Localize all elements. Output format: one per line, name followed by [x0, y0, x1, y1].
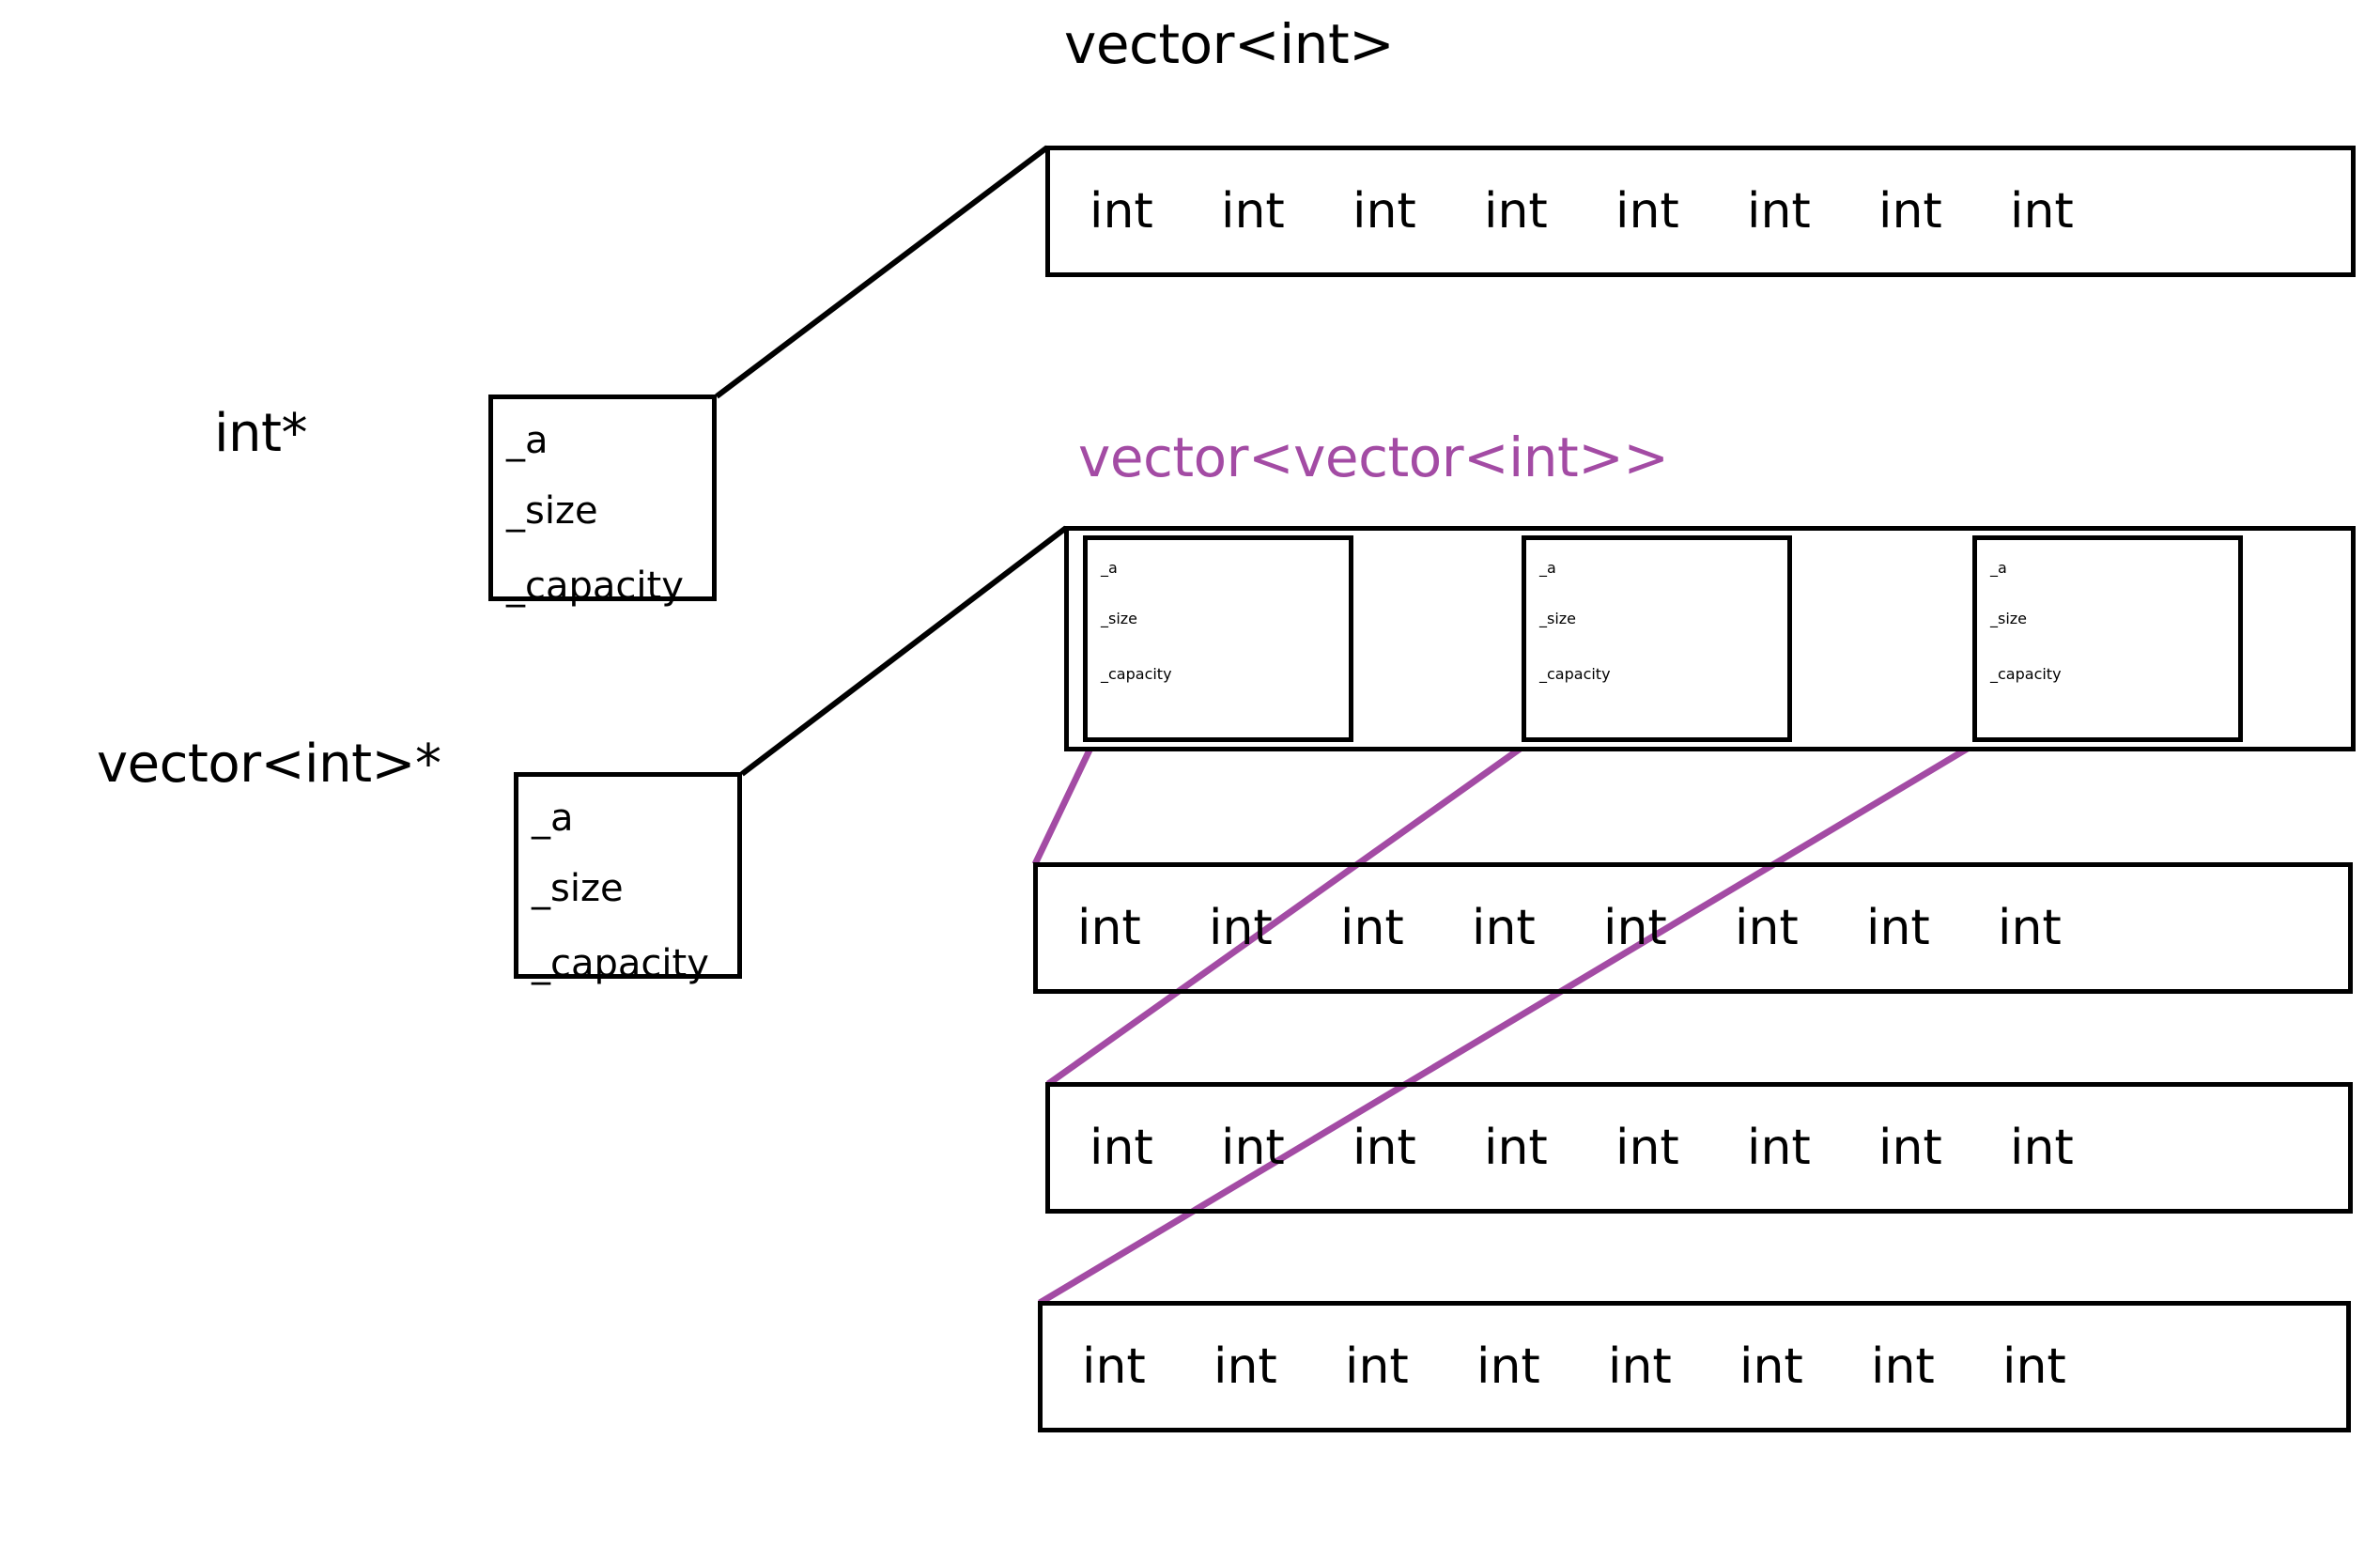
struct-field-a: _a	[1539, 559, 1556, 577]
array-cell: int	[1213, 1339, 1277, 1395]
label-int-pointer: int*	[214, 403, 308, 464]
array-cell: int	[1077, 900, 1141, 956]
array-cell: int	[1739, 1339, 1803, 1395]
array-cell: int	[1209, 900, 1273, 956]
array-cell: int	[1866, 900, 1930, 956]
array-cell: int	[1878, 183, 1942, 240]
array-cell: int	[1082, 1339, 1146, 1395]
struct-field-a: _a	[1990, 559, 2007, 577]
array-cell: int	[1608, 1339, 1672, 1395]
struct-field-size: _size	[532, 867, 624, 910]
array-cell: int	[1615, 183, 1679, 240]
array-row-vector-int-buffer: int int int int int int int int	[1045, 146, 2356, 277]
array-row-inner-buffer-1: int int int int int int int int	[1045, 1082, 2353, 1214]
struct-box-inner-vector-2: _a _size _capacity	[1972, 535, 2243, 742]
array-cell: int	[1221, 183, 1285, 240]
struct-field-capacity: _capacity	[532, 942, 709, 985]
array-cell: int	[1090, 183, 1153, 240]
array-cell: int	[2010, 183, 2074, 240]
pointer-line-int-star	[715, 145, 1049, 399]
array-row-inner-buffer-0: int int int int int int int int	[1033, 862, 2353, 994]
page-title-vector-int: vector<int>	[1064, 12, 1395, 76]
array-cell: int	[1747, 183, 1811, 240]
struct-field-size: _size	[1101, 610, 1138, 627]
struct-field-size: _size	[506, 489, 598, 533]
struct-field-size: _size	[1990, 610, 2028, 627]
struct-box-int-pointer: _a _size _capacity	[488, 395, 717, 605]
struct-field-a: _a	[1101, 559, 1118, 577]
struct-field-capacity: _capacity	[1539, 665, 1611, 683]
struct-field-capacity: _capacity	[1990, 665, 2062, 683]
struct-field-capacity: _capacity	[1101, 665, 1172, 683]
array-cell: int	[1472, 900, 1536, 956]
array-cell: int	[2010, 1120, 2074, 1176]
diagram-canvas: vector<int> vector<vector<int>> int* vec…	[0, 0, 2380, 1563]
array-cell: int	[1484, 1120, 1548, 1176]
array-cell: int	[1747, 1120, 1811, 1176]
page-title-vector-vector-int: vector<vector<int>>	[1078, 426, 1669, 489]
array-cell: int	[1484, 183, 1548, 240]
array-cell: int	[2002, 1339, 2066, 1395]
struct-field-capacity: _capacity	[506, 565, 684, 608]
pointer-line-inner-2	[1038, 735, 1986, 1307]
array-cell: int	[1352, 1120, 1416, 1176]
pointer-line-inner-0	[1031, 736, 1099, 866]
array-cell: int	[1603, 900, 1667, 956]
label-vector-int-pointer: vector<int>*	[97, 734, 441, 795]
array-cell: int	[1221, 1120, 1285, 1176]
struct-box-vector-int-pointer: _a _size _capacity	[514, 772, 742, 983]
array-cell: int	[1871, 1339, 1935, 1395]
struct-field-a: _a	[532, 797, 574, 840]
array-row-inner-buffer-2: int int int int int int int int	[1038, 1301, 2351, 1432]
array-cell: int	[1615, 1120, 1679, 1176]
struct-box-inner-vector-1: _a _size _capacity	[1522, 535, 1792, 742]
array-cell: int	[1340, 900, 1404, 956]
struct-field-a: _a	[506, 419, 549, 462]
struct-field-size: _size	[1539, 610, 1577, 627]
array-cell: int	[1345, 1339, 1409, 1395]
struct-box-inner-vector-0: _a _size _capacity	[1083, 535, 1353, 742]
array-cell: int	[1352, 183, 1416, 240]
array-cell: int	[1476, 1339, 1540, 1395]
array-cell: int	[1735, 900, 1799, 956]
array-cell: int	[1878, 1120, 1942, 1176]
array-cell: int	[1998, 900, 2062, 956]
array-cell: int	[1090, 1120, 1153, 1176]
pointer-line-vector-int-star	[740, 525, 1068, 777]
